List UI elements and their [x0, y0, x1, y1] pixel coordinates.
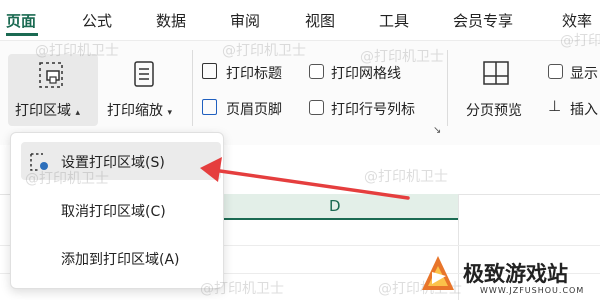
menu-tab-efficiency[interactable]: 效率 [562, 10, 592, 31]
watermark-text: @打印机卫士 [200, 281, 284, 297]
print-titles-button[interactable]: 打印标题 [200, 61, 300, 83]
insert-button[interactable]: ⊥ 插入 [546, 97, 600, 119]
menu-tab-page-layout[interactable]: 页面 [6, 10, 36, 31]
show-label: 显示 [570, 66, 598, 82]
header-footer-button[interactable]: 页眉页脚 [200, 97, 300, 119]
site-logo-name: 极致游戏站 [463, 262, 568, 286]
menu-tab-view[interactable]: 视图 [305, 10, 335, 31]
watermark-text: @打印机卫士 [560, 33, 600, 49]
add-to-print-area-label: 添加到打印区域(A) [61, 252, 180, 268]
menu-bar: 页面 公式 数据 审阅 视图 工具 会员专享 效率 [0, 0, 600, 40]
watermark-text: @打印机卫士 [35, 43, 119, 59]
page-break-preview-button[interactable]: 分页预览 [462, 54, 534, 126]
header-footer-icon [202, 99, 217, 115]
ribbon-separator [192, 50, 193, 126]
site-logo-url: WWW.JZFUSHOU.COM [480, 286, 585, 295]
menu-tab-formulas[interactable]: 公式 [82, 10, 112, 31]
print-area-dropdown: 设置打印区域(S) 取消打印区域(C) 添加到打印区域(A) [10, 132, 224, 289]
print-row-col-checkbox[interactable]: 打印行号列标 [307, 97, 437, 119]
print-scale-button[interactable]: 打印缩放 ▾ [103, 54, 187, 126]
watermark-text: @打印机卫士 [25, 171, 109, 187]
group-launcher-icon[interactable]: ↘ [433, 125, 441, 136]
chevron-down-icon: ▾ [167, 108, 172, 118]
insert-label: 插入 [570, 102, 598, 118]
insert-icon: ⊥ [548, 97, 562, 115]
print-area-icon [39, 62, 63, 88]
checkbox-box [309, 64, 324, 79]
watermark-text: @打印机卫士 [222, 43, 306, 59]
cancel-print-area-item[interactable]: 取消打印区域(C) [21, 195, 221, 225]
print-scale-icon [134, 61, 154, 87]
page-break-preview-label: 分页预览 [466, 103, 522, 119]
add-to-print-area-item[interactable]: 添加到打印区域(A) [21, 243, 221, 273]
menu-tab-review[interactable]: 审阅 [230, 10, 260, 31]
active-tab-underline [6, 33, 38, 36]
print-area-button[interactable]: 打印区域 ▴ [8, 54, 98, 126]
menu-tab-member[interactable]: 会员专享 [453, 10, 513, 31]
checkbox-box [309, 100, 324, 115]
print-scale-label: 打印缩放 [107, 103, 163, 119]
show-checkbox[interactable]: 显示 [546, 61, 600, 83]
print-titles-icon [202, 63, 217, 79]
watermark-text: @打印机卫士 [364, 169, 448, 185]
column-header-label: D [329, 197, 341, 215]
checkbox-box [548, 64, 563, 79]
site-logo-icon [422, 256, 454, 290]
print-area-label: 打印区域 [15, 103, 71, 119]
chevron-up-icon: ▴ [75, 108, 80, 118]
ribbon-separator [447, 50, 448, 126]
page-break-preview-icon [483, 61, 509, 85]
header-footer-label: 页眉页脚 [226, 102, 282, 118]
column-header-d[interactable]: D [215, 194, 458, 220]
menu-tab-data[interactable]: 数据 [156, 10, 186, 31]
watermark-text: @打印机卫士 [360, 49, 444, 65]
cancel-print-area-label: 取消打印区域(C) [61, 204, 166, 220]
print-gridlines-label: 打印网格线 [331, 66, 401, 82]
print-row-col-label: 打印行号列标 [331, 102, 415, 118]
menu-tab-tools[interactable]: 工具 [379, 10, 409, 31]
print-titles-label: 打印标题 [226, 66, 282, 82]
